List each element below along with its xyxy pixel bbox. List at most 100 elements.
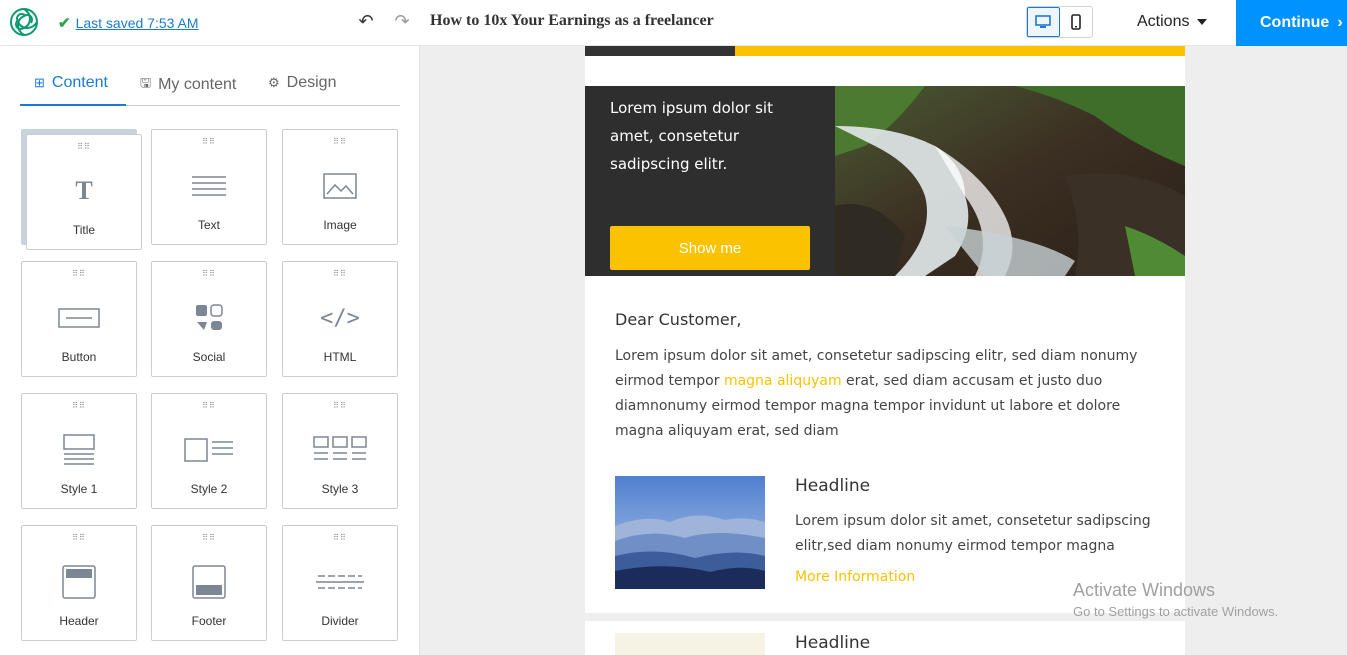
document-title[interactable]: How to 10x Your Earnings as a freelancer — [430, 12, 714, 30]
block-label: Text — [197, 218, 220, 232]
block-text[interactable]: ⠿⠿ Text — [151, 129, 267, 245]
style3-icon — [283, 432, 397, 468]
mobile-icon — [1070, 14, 1081, 30]
block-label: Title — [72, 223, 96, 237]
email-template[interactable]: Lorem ipsum dolor sit amet, consetetur s… — [585, 46, 1185, 613]
gear-icon: ⚙ — [268, 75, 280, 90]
block-label: Footer — [191, 614, 227, 628]
chevron-right-icon: › — [1337, 14, 1343, 31]
block-label: Divider — [321, 614, 359, 628]
style1-icon — [22, 432, 136, 468]
mountain-image[interactable] — [615, 476, 765, 589]
tab-my-content-label: My content — [158, 76, 237, 93]
caret-down-icon — [1197, 19, 1208, 25]
social-icon — [152, 300, 266, 336]
continue-label: Continue — [1260, 14, 1330, 31]
card2-headline[interactable]: Headline — [795, 633, 870, 653]
save-icon: 🖫 — [140, 75, 152, 90]
watermark-line-1: Activate Windows — [1073, 580, 1216, 600]
block-style-1[interactable]: ⠿⠿ Style 1 — [21, 393, 137, 509]
redo-icon[interactable]: ↷ — [392, 11, 412, 31]
more-information-link[interactable]: More Information — [795, 569, 915, 585]
tab-content-label: Content — [51, 74, 108, 91]
top-accent-bar-yellow — [735, 46, 1185, 56]
activate-windows-watermark: Activate Windows Go to Settings to activ… — [1073, 580, 1278, 619]
divider-icon — [283, 564, 397, 600]
drag-handle-icon[interactable]: ⠿⠿ — [27, 143, 141, 151]
drag-handle-icon[interactable]: ⠿⠿ — [152, 270, 266, 278]
actions-menu[interactable]: Actions — [1137, 13, 1208, 31]
desktop-view-button[interactable] — [1027, 7, 1060, 37]
sidebar: ⊞ Content 🖫 My content ⚙ Design ⠿⠿ T Tit… — [0, 46, 420, 655]
hero-section[interactable]: Lorem ipsum dolor sit amet, consetetur s… — [585, 86, 1185, 276]
waterfall-image[interactable] — [835, 86, 1185, 276]
block-label: Image — [323, 218, 357, 232]
email-template-next-section[interactable]: Headline — [585, 621, 1185, 655]
block-button[interactable]: ⠿⠿ Button — [21, 261, 137, 377]
last-saved-link[interactable]: Last saved 7:53 AM — [76, 15, 199, 31]
tab-design[interactable]: ⚙ Design — [268, 74, 336, 92]
drag-handle-icon[interactable]: ⠿⠿ — [22, 270, 136, 278]
card2-image[interactable] — [615, 633, 765, 655]
drag-handle-icon[interactable]: ⠿⠿ — [152, 402, 266, 410]
card-headline[interactable]: Headline — [795, 476, 870, 496]
block-label: HTML — [323, 350, 357, 364]
drag-handle-icon[interactable]: ⠿⠿ — [152, 534, 266, 542]
show-me-button[interactable]: Show me — [610, 226, 810, 270]
sendinblue-spiral-icon[interactable] — [8, 6, 40, 38]
block-label: Header — [59, 614, 99, 628]
drag-handle-icon[interactable]: ⠿⠿ — [283, 138, 397, 146]
block-footer[interactable]: ⠿⠿ Footer — [151, 525, 267, 641]
drag-handle-icon[interactable]: ⠿⠿ — [283, 534, 397, 542]
check-icon: ✔ — [58, 15, 71, 32]
block-divider[interactable]: ⠿⠿ Divider — [282, 525, 398, 641]
block-header[interactable]: ⠿⠿ Header — [21, 525, 137, 641]
block-label: Social — [192, 350, 226, 364]
card-text[interactable]: Lorem ipsum dolor sit amet, consetetur s… — [795, 509, 1165, 559]
block-html[interactable]: ⠿⠿ </> HTML — [282, 261, 398, 377]
paragraph-link[interactable]: magna aliquyam — [724, 373, 842, 389]
image-icon — [283, 168, 397, 204]
header-icon — [22, 564, 136, 600]
block-label: Style 2 — [190, 482, 228, 496]
device-toggle — [1026, 6, 1093, 38]
drag-handle-icon[interactable]: ⠿⠿ — [22, 534, 136, 542]
body-paragraph[interactable]: Lorem ipsum dolor sit amet, consetetur s… — [615, 344, 1155, 444]
top-accent-bar-dark — [585, 46, 735, 56]
actions-label: Actions — [1137, 13, 1190, 30]
block-style-2[interactable]: ⠿⠿ Style 2 — [151, 393, 267, 509]
block-image[interactable]: ⠿⠿ Image — [282, 129, 398, 245]
hero-text[interactable]: Lorem ipsum dolor sit amet, consetetur s… — [610, 94, 810, 178]
sidebar-tabs: ⊞ Content 🖫 My content ⚙ Design — [20, 66, 400, 106]
drag-handle-icon[interactable]: ⠿⠿ — [283, 270, 397, 278]
watermark-line-2: Go to Settings to activate Windows. — [1073, 604, 1279, 619]
tab-content[interactable]: ⊞ Content — [34, 74, 108, 92]
block-label: Style 3 — [321, 482, 359, 496]
button-icon — [22, 300, 136, 336]
active-tab-indicator — [20, 104, 126, 106]
title-icon: T — [75, 176, 93, 205]
email-canvas[interactable]: Lorem ipsum dolor sit amet, consetetur s… — [420, 46, 1347, 655]
footer-icon — [152, 564, 266, 600]
text-icon — [152, 168, 266, 204]
block-social[interactable]: ⠿⠿ Social — [151, 261, 267, 377]
mobile-view-button[interactable] — [1060, 7, 1092, 37]
drag-handle-icon[interactable]: ⠿⠿ — [22, 402, 136, 410]
block-label: Style 1 — [60, 482, 98, 496]
greeting-text[interactable]: Dear Customer, — [615, 310, 741, 329]
drag-handle-icon[interactable]: ⠿⠿ — [152, 138, 266, 146]
continue-button[interactable]: Continue › — [1236, 0, 1347, 46]
last-saved-status: ✔ Last saved 7:53 AM — [58, 14, 199, 32]
style2-icon — [152, 432, 266, 468]
drag-handle-icon[interactable]: ⠿⠿ — [283, 402, 397, 410]
code-icon: </> — [320, 305, 360, 331]
block-label: Button — [61, 350, 97, 364]
top-bar: ✔ Last saved 7:53 AM ↶ ↷ How to 10x Your… — [0, 0, 1347, 46]
grid-icon: ⊞ — [34, 75, 45, 90]
desktop-icon — [1035, 15, 1052, 28]
tab-my-content[interactable]: 🖫 My content — [140, 74, 236, 96]
block-style-3[interactable]: ⠿⠿ Style 3 — [282, 393, 398, 509]
undo-icon[interactable]: ↶ — [356, 11, 376, 31]
block-title[interactable]: ⠿⠿ T Title — [26, 134, 142, 250]
tab-design-label: Design — [286, 74, 337, 91]
